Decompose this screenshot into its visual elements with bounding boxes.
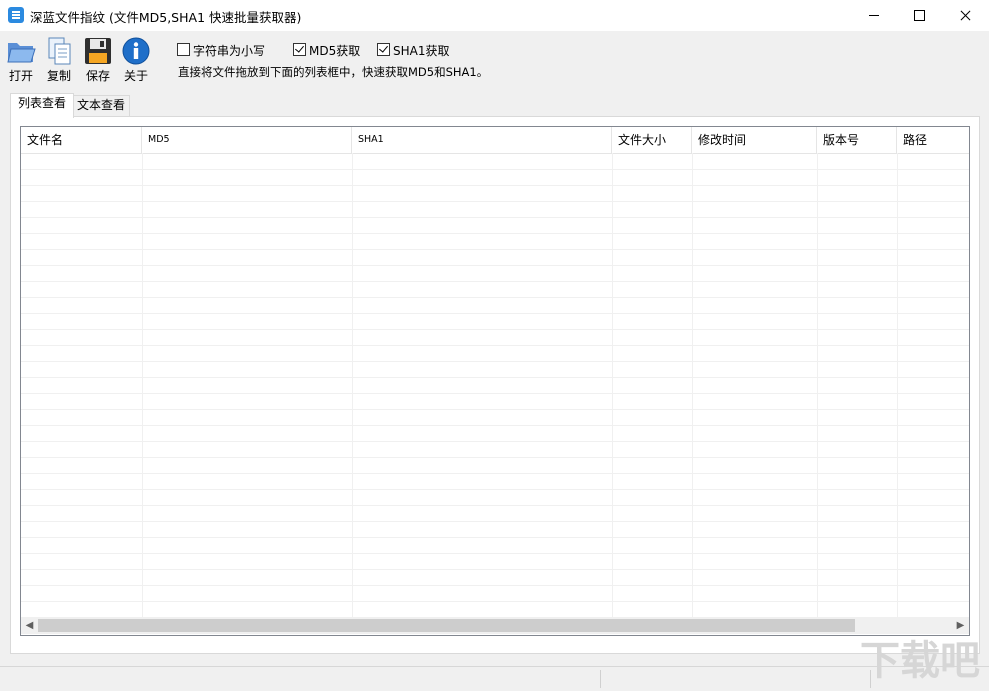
table-grid-line — [21, 217, 969, 218]
status-bar — [0, 666, 989, 691]
open-label: 打开 — [8, 69, 33, 83]
column-header-version[interactable]: 版本号 — [817, 127, 897, 153]
lowercase-checkbox-box[interactable] — [177, 43, 190, 56]
tab-list-view[interactable]: 列表查看 — [10, 93, 74, 118]
table-grid-line — [21, 521, 969, 522]
horizontal-scrollbar[interactable]: ◀ ▶ — [21, 617, 969, 634]
table-grid-line — [21, 329, 969, 330]
table-grid-line — [21, 345, 969, 346]
table-grid-line — [21, 601, 969, 602]
table-grid-line — [21, 537, 969, 538]
table-grid-column-line — [897, 153, 898, 617]
drag-drop-hint: 直接将文件拖放到下面的列表框中，快速获取MD5和SHA1。 — [178, 65, 489, 79]
window-title: 深蓝文件指纹 (文件MD5,SHA1 快速批量获取器) — [30, 10, 302, 25]
table-grid-line — [21, 553, 969, 554]
table-grid-line — [21, 249, 969, 250]
lowercase-checkbox-label: 字符串为小写 — [193, 44, 266, 58]
table-grid-line — [21, 569, 969, 570]
about-label: 关于 — [123, 69, 148, 83]
save-button[interactable]: 保存 — [79, 36, 117, 86]
table-grid-line — [21, 281, 969, 282]
sha1-checkbox-label: SHA1获取 — [393, 44, 450, 58]
minimize-button[interactable] — [851, 0, 897, 31]
table-grid-column-line — [817, 153, 818, 617]
scroll-left-icon[interactable]: ◀ — [21, 617, 38, 634]
column-header-md5[interactable]: MD5 — [142, 127, 352, 153]
md5-checkbox-box[interactable] — [293, 43, 306, 56]
table-grid-line — [21, 585, 969, 586]
table-grid-line — [21, 233, 969, 234]
table-grid-line — [21, 265, 969, 266]
table-grid-line — [21, 313, 969, 314]
column-header-sha1[interactable]: SHA1 — [352, 127, 612, 153]
table-grid-line — [21, 297, 969, 298]
about-button[interactable]: 关于 — [117, 36, 155, 86]
table-grid-line — [21, 393, 969, 394]
table-grid-line — [21, 361, 969, 362]
open-button[interactable]: 打开 — [2, 36, 40, 86]
table-grid-line — [21, 185, 969, 186]
table-grid-line — [21, 473, 969, 474]
column-header-path[interactable]: 路径 — [897, 127, 969, 153]
info-icon — [122, 37, 150, 65]
file-list-view[interactable]: 文件名 MD5 SHA1 文件大小 修改时间 版本号 路径 ◀ ▶ — [20, 126, 970, 636]
sha1-checkbox-box[interactable] — [377, 43, 390, 56]
table-grid-line — [21, 505, 969, 506]
table-grid-line — [21, 489, 969, 490]
table-grid-line — [21, 409, 969, 410]
folder-open-icon — [7, 43, 36, 63]
md5-checkbox-label: MD5获取 — [309, 44, 361, 58]
scrollbar-thumb[interactable] — [38, 619, 855, 632]
copy-documents-icon — [48, 37, 71, 65]
maximize-button[interactable] — [896, 0, 942, 31]
tab-text-view[interactable]: 文本查看 — [72, 95, 130, 116]
table-grid-line — [21, 441, 969, 442]
watermark: 下载吧 — [860, 638, 980, 684]
table-grid-column-line — [612, 153, 613, 617]
title-bar: 深蓝文件指纹 (文件MD5,SHA1 快速批量获取器) — [0, 0, 989, 31]
table-grid-line — [21, 169, 969, 170]
close-button[interactable] — [942, 0, 988, 31]
table-header: 文件名 MD5 SHA1 文件大小 修改时间 版本号 路径 — [21, 127, 969, 154]
copy-label: 复制 — [46, 69, 71, 83]
table-grid-line — [21, 377, 969, 378]
table-grid-line — [21, 425, 969, 426]
column-header-filename[interactable]: 文件名 — [21, 127, 142, 153]
floppy-disk-icon — [85, 38, 111, 64]
table-grid-column-line — [142, 153, 143, 617]
column-header-filesize[interactable]: 文件大小 — [612, 127, 692, 153]
status-separator — [600, 670, 601, 688]
table-grid-line — [21, 201, 969, 202]
app-icon — [8, 7, 24, 23]
save-label: 保存 — [85, 69, 110, 83]
table-grid-column-line — [352, 153, 353, 617]
table-grid-column-line — [692, 153, 693, 617]
table-grid-line — [21, 457, 969, 458]
copy-button[interactable]: 复制 — [40, 36, 78, 86]
column-header-modified[interactable]: 修改时间 — [692, 127, 817, 153]
